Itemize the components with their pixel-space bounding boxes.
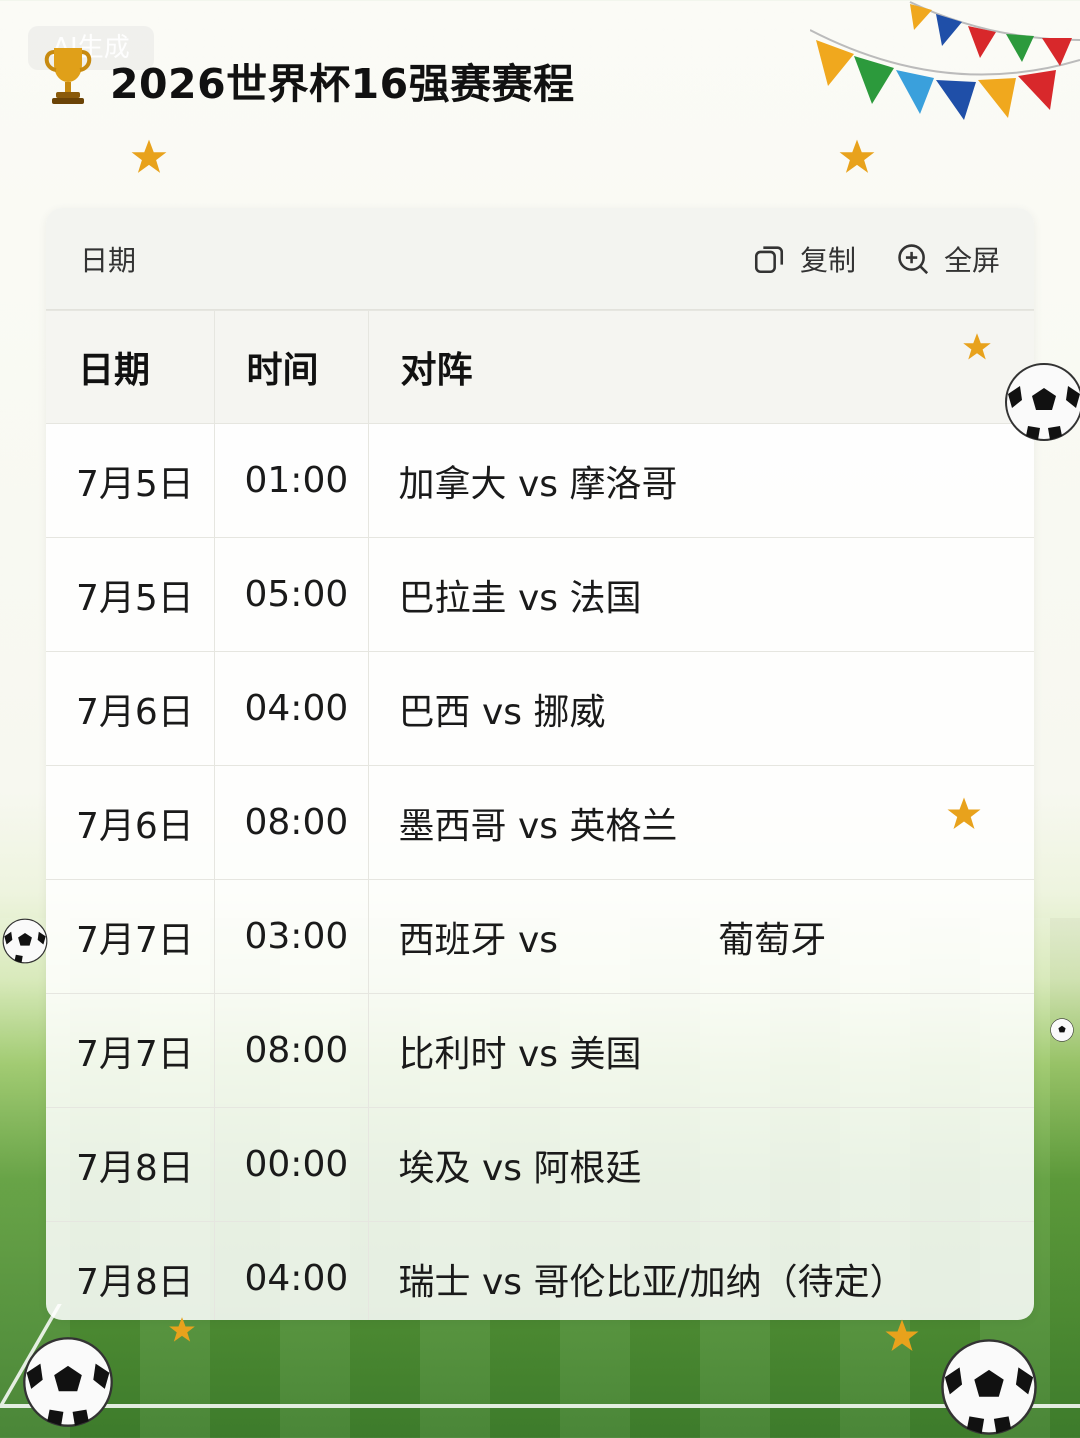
fullscreen-button[interactable]: 全屏 bbox=[896, 239, 1000, 279]
table-row: 7月6日 08:00 墨西哥 vs 英格兰 bbox=[46, 765, 1034, 880]
copy-label: 复制 bbox=[799, 243, 856, 277]
soccer-ball-icon bbox=[1050, 1018, 1074, 1042]
soccer-ball-icon bbox=[23, 1337, 113, 1427]
star-icon bbox=[963, 333, 991, 360]
cell-time: 05:00 bbox=[213, 537, 369, 652]
cell-date: 7月6日 bbox=[46, 651, 215, 766]
copy-icon bbox=[754, 245, 783, 273]
cell-match: 瑞士 vs 哥伦比亚/加纳（待定） bbox=[367, 1221, 1034, 1320]
copy-button[interactable]: 复制 bbox=[752, 239, 856, 279]
star-icon bbox=[131, 139, 167, 173]
header-match: 对阵 bbox=[367, 310, 1034, 424]
table-row: 7月8日 00:00 埃及 vs 阿根廷 bbox=[46, 1107, 1034, 1222]
toolbar-label: 日期 bbox=[80, 243, 137, 277]
star-icon bbox=[885, 1319, 919, 1351]
bunting-decoration bbox=[810, 1, 1080, 120]
header-time: 时间 bbox=[213, 310, 369, 424]
table-row: 7月8日 04:00 瑞士 vs 哥伦比亚/加纳（待定） bbox=[46, 1221, 1034, 1320]
table-header-row: 日期 时间 对阵 bbox=[46, 310, 1034, 424]
cell-match: 墨西哥 vs 英格兰 bbox=[367, 765, 1034, 880]
toolbar-actions: 复制 全屏 bbox=[752, 239, 1000, 279]
cell-date: 7月7日 bbox=[46, 993, 215, 1108]
cell-match: 西班牙 vs 葡萄牙 bbox=[367, 879, 1034, 994]
cell-match: 巴拉圭 vs 法国 bbox=[367, 537, 1034, 652]
cell-match: 巴西 vs 挪威 bbox=[367, 651, 1034, 766]
star-icon bbox=[947, 797, 981, 829]
table-row: 7月7日 08:00 比利时 vs 美国 bbox=[46, 993, 1034, 1108]
table-row: 7月5日 05:00 巴拉圭 vs 法国 bbox=[46, 537, 1034, 652]
cell-date: 7月5日 bbox=[46, 537, 215, 652]
page-title: 2026世界杯16强赛赛程 bbox=[110, 60, 575, 108]
cell-time: 03:00 bbox=[213, 879, 369, 994]
trophy-icon bbox=[44, 48, 92, 104]
table-row: 7月6日 04:00 巴西 vs 挪威 bbox=[46, 651, 1034, 766]
cell-date: 7月5日 bbox=[46, 423, 215, 538]
cell-match: 比利时 vs 美国 bbox=[367, 993, 1034, 1108]
cell-time: 08:00 bbox=[213, 993, 369, 1108]
header-date: 日期 bbox=[46, 310, 215, 424]
cell-date: 7月8日 bbox=[46, 1221, 215, 1320]
cell-time: 00:00 bbox=[213, 1107, 369, 1222]
cell-match: 埃及 vs 阿根廷 bbox=[367, 1107, 1034, 1222]
cell-time: 08:00 bbox=[213, 765, 369, 880]
fullscreen-label: 全屏 bbox=[943, 243, 1000, 277]
soccer-ball-icon bbox=[941, 1339, 1037, 1435]
star-icon bbox=[839, 139, 875, 173]
cell-time: 04:00 bbox=[213, 651, 369, 766]
soccer-ball-icon bbox=[2, 918, 48, 964]
table-row: 7月5日 01:00 加拿大 vs 摩洛哥 bbox=[46, 423, 1034, 538]
cell-time: 04:00 bbox=[213, 1221, 369, 1320]
table-toolbar: 日期 复制 全屏 bbox=[46, 208, 1034, 310]
cell-date: 7月8日 bbox=[46, 1107, 215, 1222]
table-row: 7月7日 03:00 西班牙 vs 葡萄牙 bbox=[46, 879, 1034, 994]
soccer-ball-icon bbox=[1005, 363, 1080, 441]
star-icon bbox=[169, 1317, 195, 1342]
cell-date: 7月7日 bbox=[46, 879, 215, 994]
cell-date: 7月6日 bbox=[46, 765, 215, 880]
cell-time: 01:00 bbox=[213, 423, 369, 538]
schedule-table: 日期 时间 对阵 7月5日 01:00 加拿大 vs 摩洛哥 7月5日 05:00 巴拉… bbox=[46, 310, 1034, 1320]
schedule-card: 日期 复制 全屏 日期 时间 对阵 7月5日 01:00 加拿大 vs 摩洛哥 7月… bbox=[46, 208, 1034, 1320]
cell-match: 加拿大 vs 摩洛哥 bbox=[367, 423, 1034, 538]
zoom-in-icon bbox=[898, 243, 929, 274]
field-line bbox=[0, 1404, 1080, 1408]
